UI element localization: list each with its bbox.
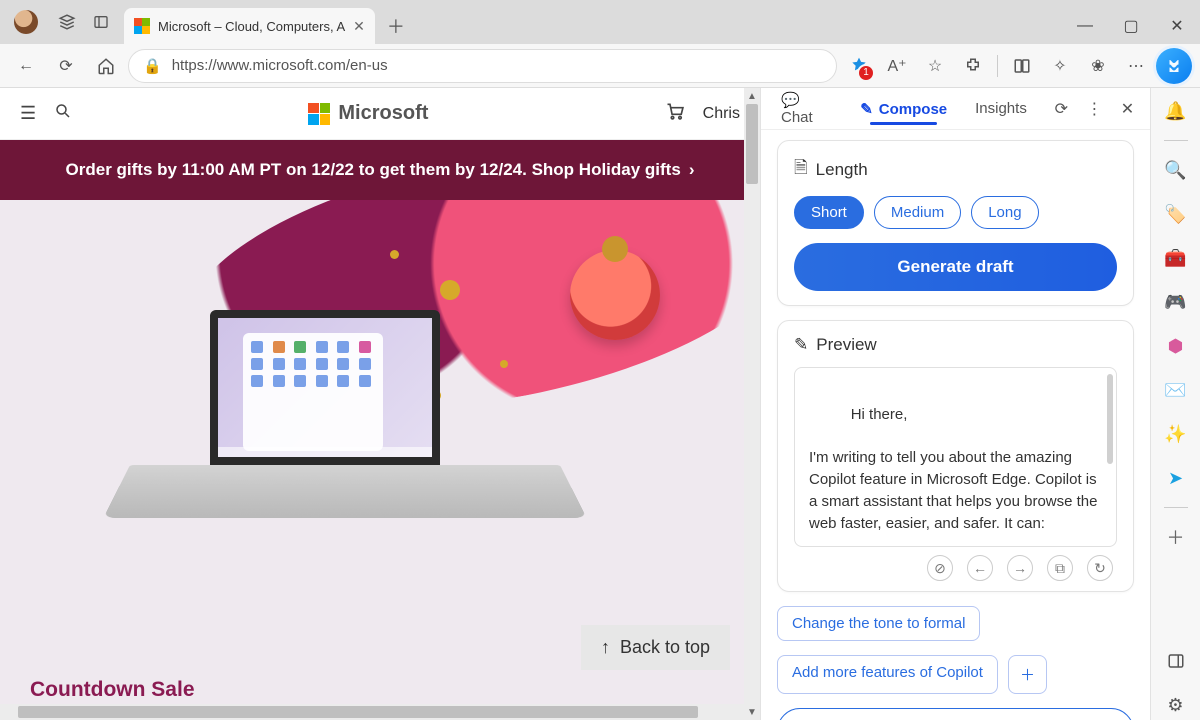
back-to-top-label: Back to top <box>620 637 710 658</box>
edge-sidebar: 🔔 🔍 🏷️ 🧰 🎮 ⬢ ✉️ ✨ ➤ ＋ ⚙ <box>1150 88 1200 720</box>
microsoft-favicon-icon <box>134 18 150 34</box>
suggestion-more[interactable]: Add more features of Copilot <box>777 655 998 694</box>
new-tab-button[interactable]: ＋ <box>381 11 411 41</box>
menu-icon[interactable]: ☰ <box>20 103 36 124</box>
preview-label: Preview <box>816 335 876 355</box>
preview-scrollbar[interactable] <box>1107 374 1113 464</box>
back-to-top-button[interactable]: ↑ Back to top <box>581 625 730 670</box>
browser-toolbar: ← ⟳ 🔒 https://www.microsoft.com/en-us A⁺… <box>0 44 1200 88</box>
sidebar-shopping-icon[interactable]: 🏷️ <box>1161 199 1191 229</box>
sidebar-send-icon[interactable]: ➤ <box>1161 463 1191 493</box>
window-maximize-button[interactable]: ▢ <box>1108 8 1154 44</box>
laptop-image <box>130 310 560 580</box>
copy-icon[interactable]: ⧉ <box>1047 555 1073 581</box>
length-medium-pill[interactable]: Medium <box>874 196 961 229</box>
compose-icon: ✎ <box>860 101 873 118</box>
cart-icon[interactable] <box>665 101 685 126</box>
sidebar-outlook-icon[interactable]: ✉️ <box>1161 375 1191 405</box>
sidebar-m365-icon[interactable]: ⬢ <box>1161 331 1191 361</box>
tab-title: Microsoft – Cloud, Computers, A <box>158 19 345 34</box>
tab-insights[interactable]: Insights <box>963 94 1039 123</box>
workspaces-icon[interactable] <box>50 5 84 39</box>
stop-icon[interactable]: ⊘ <box>927 555 953 581</box>
sidebar-search-icon[interactable]: 🔍 <box>1161 155 1191 185</box>
title-bar: Microsoft – Cloud, Computers, A ✕ ＋ ― ▢ … <box>0 0 1200 44</box>
scroll-down-icon[interactable]: ▼ <box>744 704 760 720</box>
panel-close-icon[interactable]: ✕ <box>1113 93 1142 125</box>
extensions-icon[interactable] <box>955 48 991 84</box>
suggestion-row: Change the tone to formal <box>777 606 1134 641</box>
search-icon[interactable] <box>54 102 72 125</box>
generate-draft-button[interactable]: Generate draft <box>794 243 1117 291</box>
suggestion-tone[interactable]: Change the tone to formal <box>777 606 980 641</box>
window-close-button[interactable]: ✕ <box>1154 8 1200 44</box>
microsoft-logo[interactable]: Microsoft <box>308 102 428 125</box>
window-minimize-button[interactable]: ― <box>1062 8 1108 44</box>
collections-icon[interactable]: ✧ <box>1042 48 1078 84</box>
browser-tab[interactable]: Microsoft – Cloud, Computers, A ✕ <box>124 8 375 44</box>
site-header: ☰ Microsoft Chris <box>0 88 760 140</box>
length-label: Length <box>816 160 868 180</box>
account-name[interactable]: Chris <box>703 105 740 123</box>
panel-refresh-icon[interactable]: ⟳ <box>1047 93 1076 125</box>
brand-text: Microsoft <box>338 102 428 125</box>
regenerate-icon[interactable]: ↻ <box>1087 555 1113 581</box>
length-icon: 🗎 <box>794 155 808 184</box>
performance-icon[interactable]: ❀ <box>1080 48 1116 84</box>
split-screen-icon[interactable] <box>1004 48 1040 84</box>
sidebar-tools-icon[interactable]: 🧰 <box>1161 243 1191 273</box>
more-icon[interactable]: ⋯ <box>1118 48 1154 84</box>
back-button[interactable]: ← <box>8 48 44 84</box>
page-content: ☰ Microsoft Chris Order gifts by 11:00 A… <box>0 88 760 720</box>
arrow-up-icon: ↑ <box>601 637 610 658</box>
address-bar[interactable]: 🔒 https://www.microsoft.com/en-us <box>128 49 837 83</box>
read-aloud-icon[interactable]: A⁺ <box>879 48 915 84</box>
tab-close-icon[interactable]: ✕ <box>353 18 365 35</box>
site-info-icon[interactable]: 🔒 <box>143 57 162 75</box>
tab-compose[interactable]: ✎Compose <box>848 94 959 124</box>
length-short-pill[interactable]: Short <box>794 196 864 229</box>
favorite-icon[interactable]: ☆ <box>917 48 953 84</box>
sale-heading: Countdown Sale <box>30 678 195 702</box>
vertical-scrollbar[interactable]: ▲ ▼ <box>744 88 760 720</box>
sidebar-drop-icon[interactable]: ✨ <box>1161 419 1191 449</box>
refresh-button[interactable]: ⟳ <box>48 48 84 84</box>
shopping-icon[interactable] <box>841 48 877 84</box>
sidebar-bell-icon[interactable]: 🔔 <box>1161 96 1191 126</box>
copilot-panel: 💬Chat ✎Compose Insights ⟳ ⋮ ✕ 🗎 Length Sh… <box>760 88 1150 720</box>
horizontal-scrollbar[interactable] <box>0 704 744 720</box>
preview-text: Hi there, I'm writing to tell you about … <box>809 406 1102 547</box>
preview-card: ✎ Preview Hi there, I'm writing to tell y… <box>777 320 1134 592</box>
copilot-panel-header: 💬Chat ✎Compose Insights ⟳ ⋮ ✕ <box>761 88 1150 130</box>
copilot-button[interactable] <box>1156 48 1192 84</box>
chat-icon: 💬 <box>781 92 800 109</box>
add-to-site-button[interactable]: Add to site <box>777 708 1134 720</box>
promo-text: Order gifts by 11:00 AM PT on 12/22 to g… <box>66 160 681 180</box>
length-long-pill[interactable]: Long <box>971 196 1038 229</box>
next-icon[interactable]: → <box>1007 555 1033 581</box>
url-text: https://www.microsoft.com/en-us <box>172 57 388 74</box>
chevron-right-icon: › <box>689 160 695 180</box>
preview-textbox[interactable]: Hi there, I'm writing to tell you about … <box>794 367 1117 547</box>
suggestion-row-2: Add more features of Copilot ＋ <box>777 655 1134 694</box>
sidebar-add-icon[interactable]: ＋ <box>1161 522 1191 552</box>
tab-actions-icon[interactable] <box>84 5 118 39</box>
sidebar-games-icon[interactable]: 🎮 <box>1161 287 1191 317</box>
panel-more-icon[interactable]: ⋮ <box>1080 93 1109 125</box>
pencil-icon: ✎ <box>794 335 808 355</box>
tab-chat[interactable]: 💬Chat <box>769 85 844 132</box>
sidebar-hide-icon[interactable] <box>1161 646 1191 676</box>
decorative-clock-icon <box>570 250 660 340</box>
suggestion-add[interactable]: ＋ <box>1008 655 1047 694</box>
profile-avatar[interactable] <box>14 10 38 34</box>
scroll-up-icon[interactable]: ▲ <box>744 88 760 104</box>
hero-section: ↑ Back to top Countdown Sale <box>0 200 760 720</box>
sidebar-settings-icon[interactable]: ⚙ <box>1161 690 1191 720</box>
promo-banner[interactable]: Order gifts by 11:00 AM PT on 12/22 to g… <box>0 140 760 200</box>
length-card: 🗎 Length Short Medium Long Generate draft <box>777 140 1134 306</box>
prev-icon[interactable]: ← <box>967 555 993 581</box>
home-button[interactable] <box>88 48 124 84</box>
